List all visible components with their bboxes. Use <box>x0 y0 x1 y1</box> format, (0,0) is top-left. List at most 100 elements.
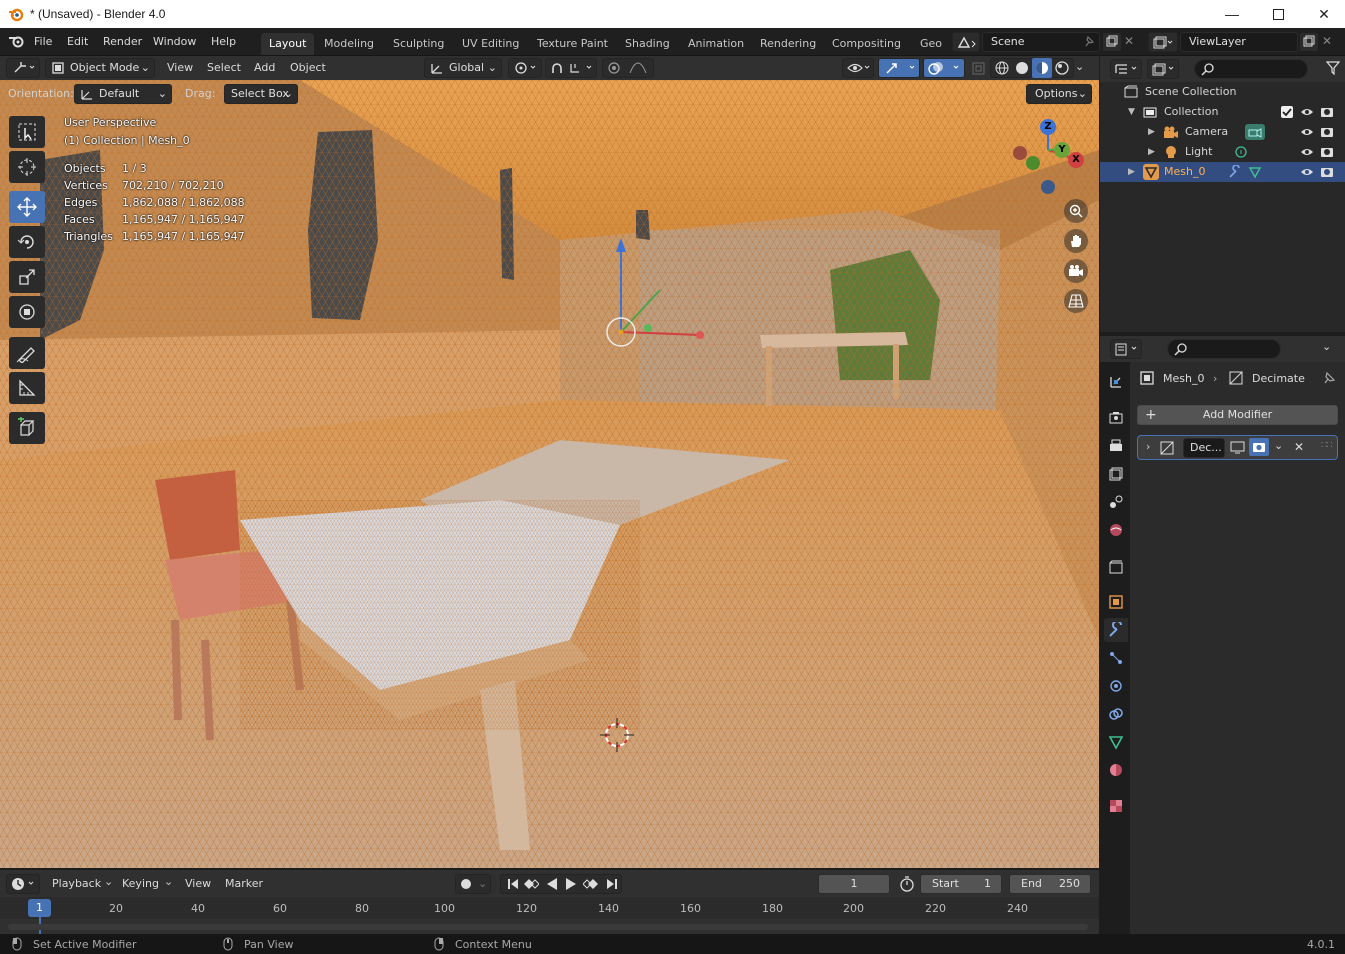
gizmo-x-axis[interactable]: X <box>1068 152 1084 168</box>
delete-view-layer-icon[interactable]: ✕ <box>1322 34 1332 48</box>
chevron-down-icon[interactable]: ⌄ <box>104 875 113 888</box>
pin-icon[interactable] <box>1083 35 1095 47</box>
menu-edit[interactable]: Edit <box>67 35 88 48</box>
outliner-editor-type-button[interactable] <box>1110 59 1142 79</box>
tool-settings-tab-icon[interactable] <box>1104 370 1128 394</box>
display-mode-button[interactable] <box>1147 59 1179 79</box>
prev-keyframe-icon[interactable] <box>523 877 539 891</box>
eye-icon[interactable] <box>1300 105 1314 119</box>
scene-tab-icon[interactable] <box>1104 490 1128 514</box>
modifier-dropdown-chevron-icon[interactable]: ⌄ <box>1274 439 1283 452</box>
add-modifier-button[interactable]: + Add Modifier <box>1137 405 1338 425</box>
eye-icon[interactable] <box>1300 165 1314 179</box>
world-tab-icon[interactable] <box>1104 518 1128 542</box>
mesh-data-icon[interactable] <box>1248 165 1262 179</box>
tab-shading[interactable]: Shading <box>617 33 678 55</box>
current-frame-field[interactable]: 1 <box>818 874 890 894</box>
gizmo-toggle-button[interactable] <box>878 58 920 78</box>
viewport-menu-view[interactable]: View <box>167 61 193 74</box>
shading-options-chevron-icon[interactable]: ⌄ <box>1075 60 1084 73</box>
tab-animation[interactable]: Animation <box>680 33 752 55</box>
timeline-menu-playback[interactable]: Playback <box>52 877 101 890</box>
stopwatch-icon[interactable] <box>899 876 915 892</box>
select-box-tool-button[interactable] <box>9 116 45 148</box>
view-layer-tab-icon[interactable] <box>1104 462 1128 486</box>
properties-editor-type-button[interactable] <box>1110 339 1142 359</box>
tab-layout[interactable]: Layout <box>261 33 315 55</box>
measure-tool-button[interactable] <box>9 372 45 404</box>
tab-uv-editing[interactable]: UV Editing <box>454 33 527 55</box>
rendered-shading-icon[interactable] <box>1054 60 1070 76</box>
rotate-tool-button[interactable] <box>9 226 45 258</box>
play-reverse-icon[interactable] <box>545 877 559 891</box>
solid-shading-icon[interactable] <box>1014 60 1030 76</box>
overlay-toggle-button[interactable] <box>923 58 965 78</box>
remove-modifier-icon[interactable]: ✕ <box>1294 440 1304 454</box>
panel-collapse-chevron-icon[interactable]: › <box>1146 440 1150 453</box>
filter-funnel-icon[interactable] <box>1326 61 1340 75</box>
tab-sculpting[interactable]: Sculpting <box>385 33 452 55</box>
menu-window[interactable]: Window <box>153 35 196 48</box>
options-dropdown[interactable]: Options ⌄ <box>1026 84 1092 104</box>
xray-icon[interactable] <box>971 61 987 77</box>
proportional-editing-button[interactable] <box>602 58 654 78</box>
render-camera-icon[interactable] <box>1320 165 1334 179</box>
tab-geo[interactable]: Geo <box>912 33 950 55</box>
drag-handle-icon[interactable]: ∷∷ <box>1321 440 1333 451</box>
texture-tab-icon[interactable] <box>1104 794 1128 818</box>
view-layer-selector-button[interactable] <box>1148 32 1178 52</box>
output-tab-icon[interactable] <box>1104 434 1128 458</box>
next-keyframe-icon[interactable] <box>583 877 599 891</box>
modifier-name-field[interactable]: Dec... <box>1183 438 1225 458</box>
viewport-menu-select[interactable]: Select <box>207 61 241 74</box>
editor-type-button[interactable] <box>6 58 40 78</box>
timeline-menu-keying[interactable]: Keying <box>122 877 159 890</box>
orientation-dropdown[interactable]: Default ⌄ <box>74 84 172 104</box>
expand-right-icon[interactable]: ▶ <box>1148 142 1155 162</box>
render-modifier-icon[interactable] <box>1249 438 1269 456</box>
maximize-icon[interactable] <box>1255 0 1301 28</box>
modifier-wrench-icon[interactable] <box>1228 165 1242 179</box>
physics-tab-icon[interactable] <box>1104 674 1128 698</box>
timeline-menu-view[interactable]: View <box>185 877 211 890</box>
zoom-icon[interactable] <box>1064 199 1088 223</box>
playhead-frame-indicator[interactable]: 1 <box>28 899 51 917</box>
view-layer-name-field[interactable]: ViewLayer <box>1180 32 1298 52</box>
jump-end-icon[interactable] <box>605 877 619 891</box>
realtime-display-icon[interactable] <box>1230 440 1246 454</box>
close-icon[interactable]: ✕ <box>1301 0 1345 28</box>
perspective-grid-icon[interactable] <box>1064 289 1088 313</box>
render-camera-icon[interactable] <box>1320 145 1334 159</box>
material-tab-icon[interactable] <box>1104 758 1128 782</box>
render-tab-icon[interactable] <box>1104 406 1128 430</box>
end-frame-field[interactable]: End 250 <box>1009 874 1091 894</box>
navigation-gizmo[interactable]: Z Y X <box>1008 115 1088 200</box>
start-frame-field[interactable]: Start 1 <box>920 874 1002 894</box>
properties-search-input[interactable] <box>1167 339 1281 359</box>
gizmo-y-axis[interactable]: Y <box>1054 142 1070 158</box>
tab-texture-paint[interactable]: Texture Paint <box>529 33 616 55</box>
outliner-row-light[interactable]: ▶ Light <box>1100 142 1345 162</box>
outliner-row-scene-collection[interactable]: Scene Collection <box>1100 82 1345 102</box>
snap-button[interactable] <box>545 58 597 78</box>
menu-help[interactable]: Help <box>211 35 236 48</box>
object-mode-dropdown[interactable]: Object Mode ⌄ <box>45 58 155 78</box>
move-tool-button[interactable] <box>9 191 45 223</box>
render-camera-icon[interactable] <box>1320 105 1334 119</box>
transform-orientation-dropdown[interactable]: Global ⌄ <box>424 58 502 78</box>
collection-checkbox[interactable] <box>1281 106 1293 118</box>
material-preview-shading-icon[interactable] <box>1032 58 1052 78</box>
tab-rendering[interactable]: Rendering <box>752 33 824 55</box>
particles-tab-icon[interactable] <box>1104 646 1128 670</box>
viewport-menu-object[interactable]: Object <box>290 61 326 74</box>
viewport-menu-add[interactable]: Add <box>254 61 275 74</box>
visibility-filter-button[interactable] <box>842 58 874 78</box>
chevron-down-icon[interactable]: ⌄ <box>164 875 173 888</box>
scale-tool-button[interactable] <box>9 261 45 293</box>
play-icon[interactable] <box>564 877 578 891</box>
gizmo-z-axis[interactable]: Z <box>1040 119 1056 135</box>
new-scene-icon[interactable] <box>1103 33 1121 51</box>
outliner-row-mesh[interactable]: ▶ Mesh_0 <box>1100 162 1345 182</box>
eye-icon[interactable] <box>1300 145 1314 159</box>
transform-tool-button[interactable] <box>9 296 45 328</box>
